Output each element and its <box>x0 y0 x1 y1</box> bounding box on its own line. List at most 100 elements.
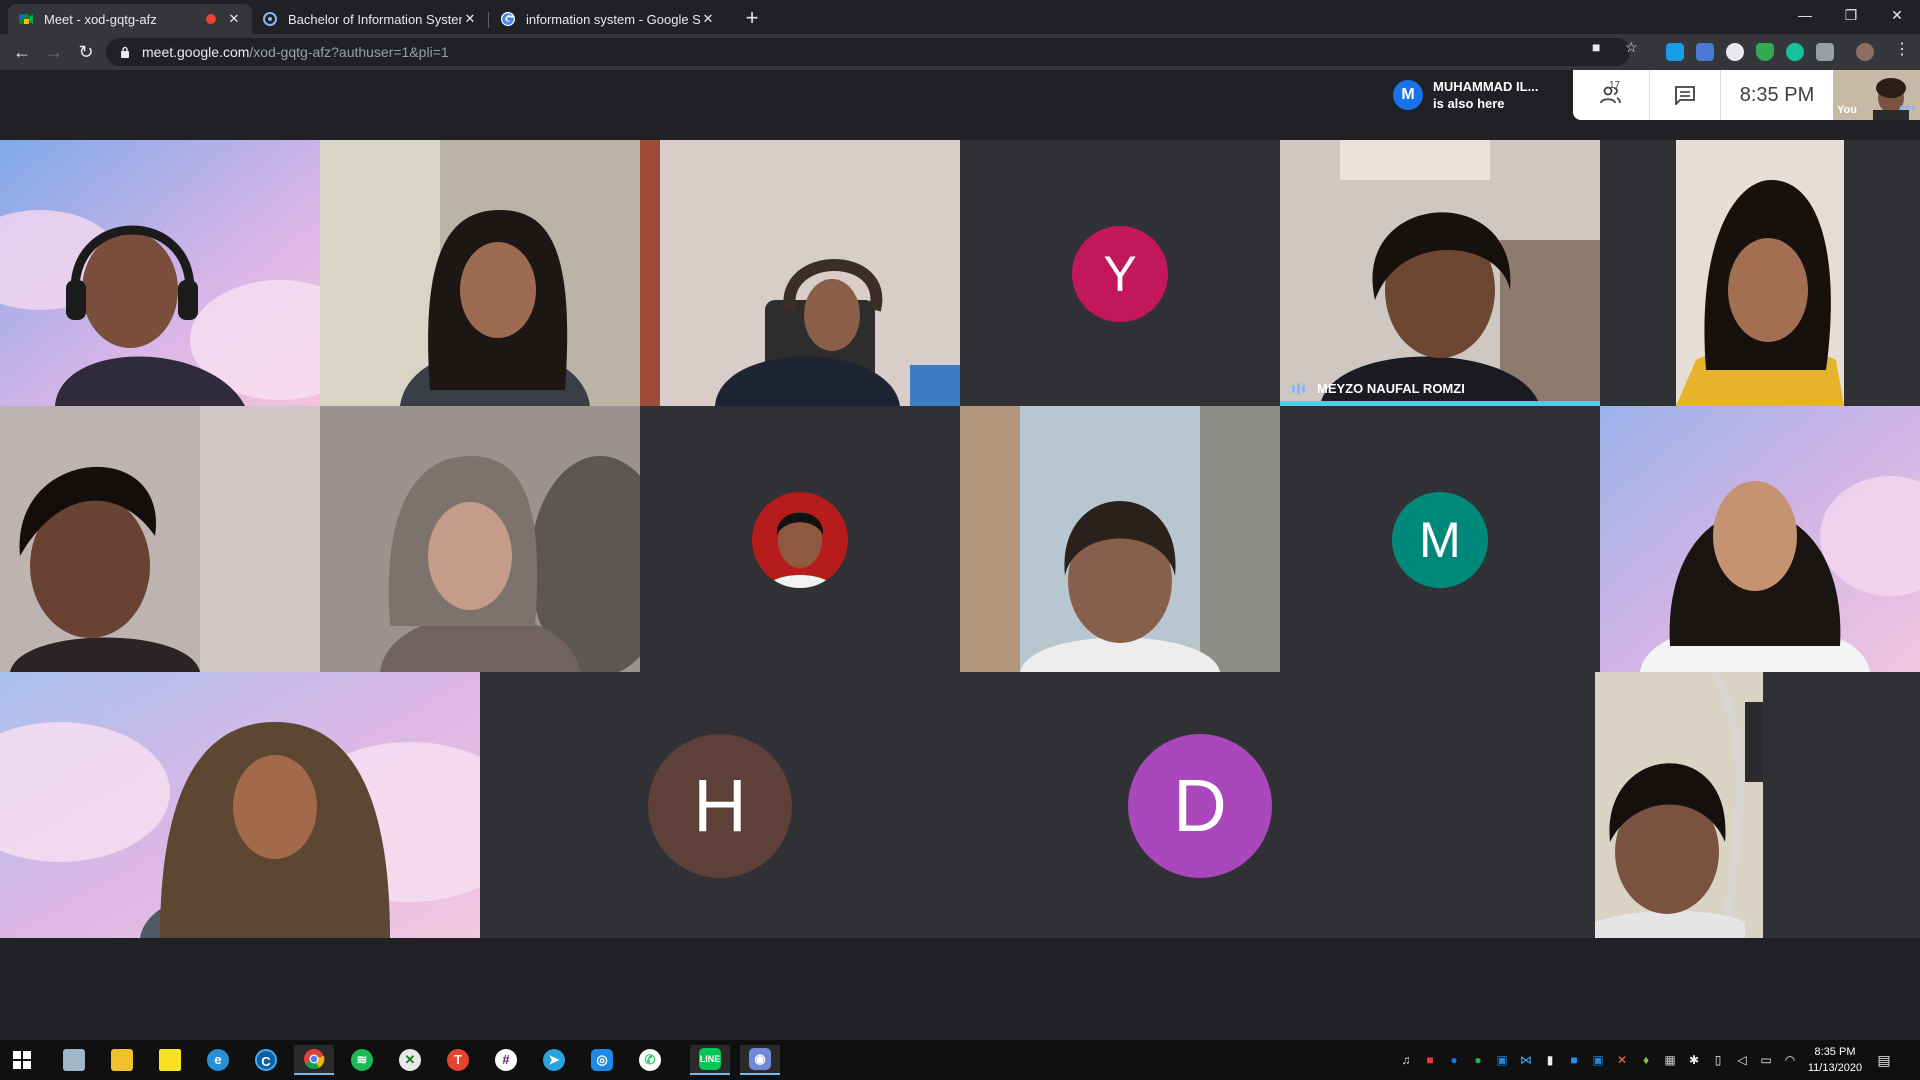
participant-tile[interactable]: M <box>1280 406 1600 672</box>
taskbar-slack[interactable]: # <box>486 1045 526 1075</box>
taskbar-file-explorer[interactable] <box>102 1045 142 1075</box>
taskbar-sticky-notes[interactable] <box>150 1045 190 1075</box>
taskbar-todoist[interactable]: T <box>438 1045 478 1075</box>
tab-meet[interactable]: Meet - xod-gqtg-afz ✕ <box>8 4 252 34</box>
self-view-tile[interactable]: You ••• <box>1833 70 1920 120</box>
participant-tile[interactable]: D <box>960 672 1440 938</box>
headphones-icon[interactable]: ♫ <box>1398 1052 1414 1068</box>
extension-translate-icon[interactable] <box>1666 43 1684 61</box>
tray-app-icon[interactable]: ▦ <box>1662 1052 1678 1068</box>
participant-tile[interactable] <box>640 140 960 406</box>
participant-video <box>1280 140 1600 406</box>
taskbar-instagram[interactable]: ◎ <box>582 1045 622 1075</box>
edge-icon: e <box>207 1049 229 1071</box>
participant-tile[interactable] <box>0 672 480 938</box>
notifications-icon[interactable]: ▤ <box>1876 1052 1892 1068</box>
tray-app-icon[interactable]: ♦ <box>1638 1052 1654 1068</box>
microphone-icon[interactable]: ▮ <box>1542 1052 1558 1068</box>
taskbar-edge[interactable]: e <box>198 1045 238 1075</box>
speaking-indicator-icon <box>1292 382 1305 395</box>
folder-icon <box>111 1049 133 1071</box>
discord-icon: ◉ <box>749 1048 771 1070</box>
grammarly-icon[interactable] <box>1786 43 1804 61</box>
back-button[interactable]: ← <box>8 38 36 66</box>
address-bar[interactable]: meet.google.com/xod-gqtg-afz?authuser=1&… <box>106 38 1630 66</box>
bookmark-star-icon[interactable]: ☆ <box>1625 39 1638 56</box>
participant-tile[interactable] <box>1600 406 1920 672</box>
participant-tile[interactable] <box>960 406 1280 672</box>
also-here-notification: M MUHAMMAD IL... is also here <box>1393 70 1573 120</box>
new-tab-button[interactable]: + <box>738 5 766 33</box>
participant-tile[interactable] <box>0 406 320 672</box>
participant-video <box>320 140 640 406</box>
participant-tile[interactable] <box>640 406 960 672</box>
taskbar-cortana[interactable]: C <box>246 1045 286 1075</box>
clock-date: 11/13/2020 <box>1807 1062 1863 1074</box>
spotify-icon: ≋ <box>351 1049 373 1071</box>
extension-google-translate-icon[interactable] <box>1696 43 1714 61</box>
taskbar-xbox[interactable]: ✕ <box>390 1045 430 1075</box>
participant-tile[interactable] <box>1440 672 1920 938</box>
tray-app-icon[interactable]: ✱ <box>1686 1052 1702 1068</box>
taskbar-chrome[interactable] <box>294 1045 334 1075</box>
participant-tile[interactable]: H <box>480 672 960 938</box>
tray-app-icon[interactable]: ✕ <box>1614 1052 1630 1068</box>
extension-shield-icon[interactable] <box>1756 43 1774 61</box>
slack-icon: # <box>495 1049 517 1071</box>
telegram-icon: ➤ <box>543 1049 565 1071</box>
participant-tile[interactable] <box>320 406 640 672</box>
participant-tile[interactable] <box>0 140 320 406</box>
taskbar-spotify[interactable]: ≋ <box>342 1045 382 1075</box>
participant-tile[interactable]: Y <box>960 140 1280 406</box>
forward-button[interactable]: → <box>40 38 68 66</box>
zoom-icon[interactable]: ■ <box>1566 1052 1582 1068</box>
tray-app-icon[interactable]: ⋈ <box>1518 1052 1534 1068</box>
close-window-button[interactable]: ✕ <box>1874 0 1920 30</box>
xbox-icon: ✕ <box>399 1049 421 1071</box>
minimize-button[interactable]: — <box>1782 0 1828 30</box>
start-button[interactable] <box>2 1045 42 1075</box>
instagram-icon: ◎ <box>591 1049 613 1071</box>
speaker-icon[interactable]: ◁ <box>1734 1052 1750 1068</box>
tray-app-icon[interactable]: ■ <box>1422 1052 1438 1068</box>
tray-app-icon[interactable]: ▣ <box>1494 1052 1510 1068</box>
tab-bachelor-info-system[interactable]: Bachelor of Information System | ✕ <box>252 4 488 34</box>
participant-video <box>1676 140 1844 406</box>
participant-tile[interactable] <box>320 140 640 406</box>
close-tab-icon[interactable]: ✕ <box>462 11 478 27</box>
usb-icon[interactable]: ▯ <box>1710 1052 1726 1068</box>
browser-menu-icon[interactable]: ⋮ <box>1894 39 1910 59</box>
tab-divider <box>488 12 489 28</box>
close-tab-icon[interactable]: ✕ <box>226 11 242 27</box>
taskbar-discord[interactable]: ◉ <box>740 1045 780 1075</box>
taskbar-whatsapp[interactable]: ✆ <box>630 1045 670 1075</box>
taskbar-clock[interactable]: 8:35 PM 11/13/2020 <box>1800 1044 1870 1076</box>
taskbar-this-pc[interactable] <box>54 1045 94 1075</box>
battery-icon[interactable]: ▭ <box>1758 1052 1774 1068</box>
restore-button[interactable]: ❐ <box>1828 0 1874 30</box>
tray-app-icon[interactable]: ▣ <box>1590 1052 1606 1068</box>
camera-icon[interactable]: ■ <box>1592 39 1600 55</box>
meet-top-bar: M MUHAMMAD IL... is also here 17 8:35 PM… <box>0 70 1920 140</box>
meeting-clock: 8:35 PM <box>1739 83 1815 106</box>
taskbar-line[interactable]: LINE <box>690 1045 730 1075</box>
participant-tile-speaking[interactable]: MEYZO NAUFAL ROMZI <box>1280 140 1600 406</box>
spotify-tray-icon[interactable]: ● <box>1470 1052 1486 1068</box>
participants-button[interactable]: 17 <box>1573 70 1649 120</box>
also-here-subtitle: is also here <box>1433 96 1505 111</box>
wifi-icon[interactable]: ◠ <box>1782 1052 1798 1068</box>
chat-button[interactable] <box>1650 70 1720 120</box>
taskbar-telegram[interactable]: ➤ <box>534 1045 574 1075</box>
lock-icon <box>121 46 129 58</box>
extension-circle-icon[interactable] <box>1726 43 1744 61</box>
extensions-puzzle-icon[interactable] <box>1816 43 1834 61</box>
close-tab-icon[interactable]: ✕ <box>700 11 716 27</box>
participant-avatar-letter: Y <box>1072 226 1168 322</box>
self-more-options-icon[interactable]: ••• <box>1899 100 1916 118</box>
c-icon: C <box>255 1049 277 1071</box>
participant-tile[interactable] <box>1600 140 1920 406</box>
profile-avatar[interactable] <box>1856 43 1874 61</box>
reload-button[interactable]: ↻ <box>72 38 100 66</box>
tab-google-search[interactable]: information system - Google Sea ✕ <box>490 4 726 34</box>
tray-app-icon[interactable]: ● <box>1446 1052 1462 1068</box>
